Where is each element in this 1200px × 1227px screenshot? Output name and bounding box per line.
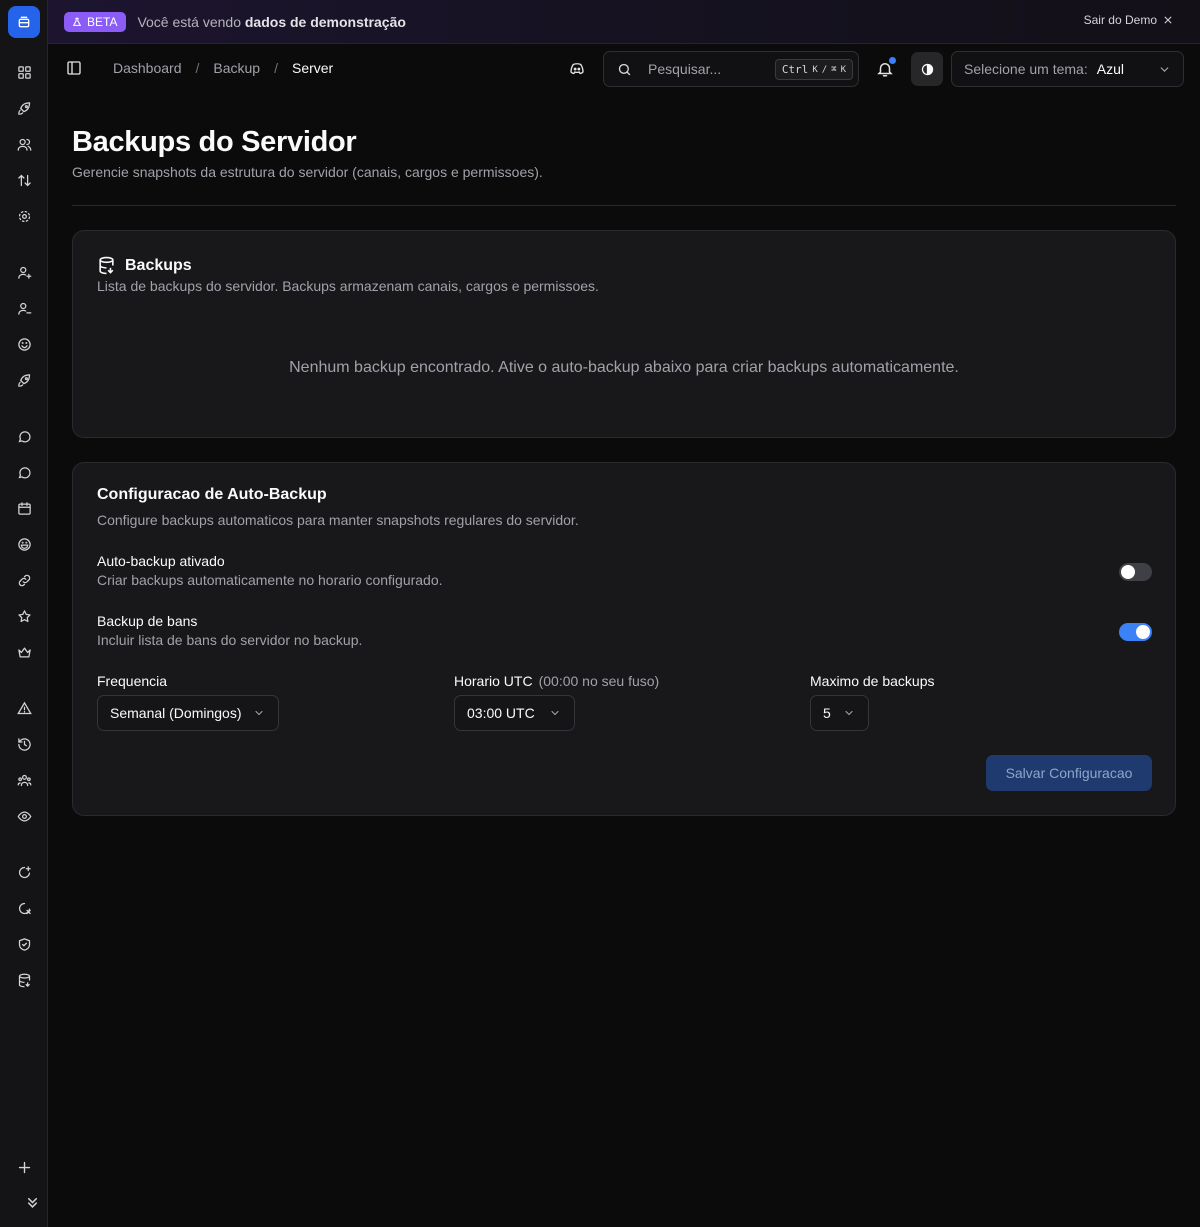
beta-badge: BETA [64,11,127,32]
sidebar-users-icon[interactable] [14,134,34,154]
sidebar-warning-icon[interactable] [14,698,34,718]
auto-backup-toggle[interactable] [1119,563,1152,581]
max-backups-value: 5 [823,705,831,721]
sidebar-rocket-icon[interactable] [14,98,34,118]
discord-icon[interactable] [568,60,586,78]
auto-backup-card: Configuracao de Auto-Backup Configure ba… [72,462,1176,816]
top-header: Dashboard / Backup / Server Ctrl K / ⌘ K… [48,44,1200,94]
sidebar-shield-x-icon[interactable] [14,898,34,918]
sidebar-message-alt-icon[interactable] [14,462,34,482]
theme-select-label: Selecione um tema: [964,61,1088,77]
ban-backup-help: Incluir lista de bans do servidor no bac… [97,632,363,648]
sidebar-group-icon[interactable] [14,770,34,790]
chevron-down-icon [551,710,559,716]
divider [72,205,1176,206]
breadcrumb-dashboard[interactable]: Dashboard [113,60,182,76]
sidebar-link-icon[interactable] [14,570,34,590]
logo-icon [18,16,30,28]
sidebar-collapse-chevrons-icon[interactable] [22,1192,42,1212]
search-box[interactable]: Ctrl K / ⌘ K [603,51,859,87]
demo-notice: Você está vendo dados de demonstração [137,13,406,30]
sidebar-boost-icon[interactable] [14,370,34,390]
sidebar-calendar-icon[interactable] [14,498,34,518]
max-backups-label: Maximo de backups [810,673,935,689]
save-config-button[interactable]: Salvar Configuracao [986,755,1152,791]
max-backups-select[interactable]: 5 [810,695,869,731]
frequency-value: Semanal (Domingos) [110,705,242,721]
sidebar-crown-icon[interactable] [14,642,34,662]
frequency-select[interactable]: Semanal (Domingos) [97,695,279,731]
chevron-down-icon [1160,67,1169,72]
chevron-down-icon [845,710,853,716]
theme-mode-button[interactable] [911,52,943,86]
sidebar-smile-icon[interactable] [14,334,34,354]
sidebar-toggle-icon[interactable] [66,60,82,76]
backups-card-description: Lista de backups do servidor. Backups ar… [97,278,599,294]
notification-dot [889,57,896,64]
flask-icon [72,17,82,26]
sidebar-sort-icon[interactable] [14,170,34,190]
sidebar-dashboard-icon[interactable] [14,62,34,82]
demo-banner: BETA Você está vendo dados de demonstraç… [48,0,1200,44]
sidebar-database-icon[interactable] [14,970,34,990]
sidebar-add-icon[interactable] [14,1157,34,1177]
sidebar-user-plus-icon[interactable] [14,262,34,282]
search-input[interactable] [648,61,756,77]
sidebar-history-icon[interactable] [14,734,34,754]
time-value: 03:00 UTC [467,705,535,721]
sidebar-emoji-icon[interactable] [14,534,34,554]
empty-state-message: Nenhum backup encontrado. Ative o auto-b… [289,359,959,376]
contrast-icon [921,63,933,75]
sidebar [0,0,48,1227]
breadcrumb-backup[interactable]: Backup [213,60,260,76]
theme-select[interactable]: Selecione um tema: Azul [951,51,1184,87]
sidebar-shield-check-icon[interactable] [14,934,34,954]
exit-demo-button[interactable]: Sair do Demo [1084,13,1173,27]
close-icon [1164,16,1172,24]
breadcrumb-server: Server [291,60,334,76]
breadcrumb-separator: / [274,60,278,76]
beta-badge-label: BETA [87,14,118,29]
auto-backup-enabled-label: Auto-backup ativado [97,553,225,569]
exit-demo-label: Sair do Demo [1083,13,1157,27]
auto-backup-enabled-help: Criar backups automaticamente no horario… [97,572,443,588]
page-subtitle: Gerencie snapshots da estrutura do servi… [72,164,543,180]
search-shortcut: Ctrl K / ⌘ K [774,59,853,80]
time-select[interactable]: 03:00 UTC [454,695,575,731]
app-logo[interactable] [8,6,40,38]
toggle-knob [1121,565,1135,579]
backups-card-title: Backups [125,256,192,274]
auto-backup-card-description: Configure backups automaticos para mante… [97,512,579,528]
toggle-knob [1136,625,1150,639]
chevron-down-icon [255,710,263,716]
sidebar-user-minus-icon[interactable] [14,298,34,318]
database-icon [99,256,114,275]
search-icon [618,63,631,75]
sidebar-star-icon[interactable] [14,606,34,626]
auto-backup-card-title: Configuracao de Auto-Backup [97,486,327,503]
page-title: Backups do Servidor [72,126,357,158]
frequency-label: Frequencia [97,673,168,689]
breadcrumb: Dashboard / Backup / Server [113,60,333,76]
backups-card: Backups Lista de backups do servidor. Ba… [72,230,1176,438]
auto-backup-card-header: Configuracao de Auto-Backup [97,486,327,504]
backups-card-header: Backups [97,256,192,275]
time-label: Horario UTC (00:00 no seu fuso) [454,673,660,689]
ban-backup-label: Backup de bans [97,613,198,629]
sidebar-shield-plus-icon[interactable] [14,862,34,882]
time-hint: (00:00 no seu fuso) [538,673,660,689]
sidebar-settings-icon[interactable] [14,206,34,226]
theme-select-value: Azul [1096,61,1124,77]
sidebar-message-icon[interactable] [14,426,34,446]
sidebar-eye-icon[interactable] [14,806,34,826]
ban-backup-toggle[interactable] [1119,623,1152,641]
breadcrumb-separator: / [195,60,200,76]
